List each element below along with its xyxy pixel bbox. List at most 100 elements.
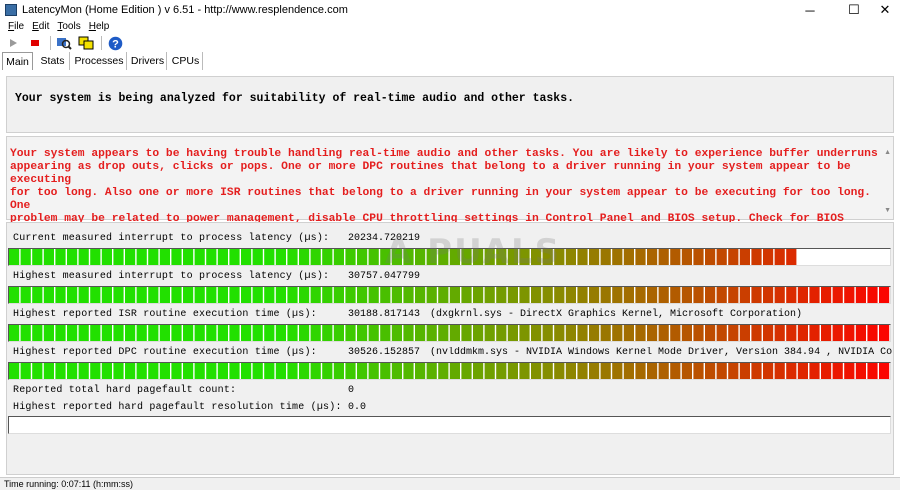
meter-segment	[565, 249, 576, 265]
current-latency-label: Current measured interrupt to process la…	[13, 233, 330, 244]
meter-segment	[113, 287, 124, 303]
warning-line: appearing as drop outs, clicks or pops. …	[10, 161, 851, 186]
meter-segment	[739, 363, 750, 379]
meter-segment	[101, 363, 112, 379]
meter-segment	[693, 363, 704, 379]
meter-segment	[507, 287, 518, 303]
meter-segment	[391, 287, 402, 303]
meter-segment	[90, 249, 101, 265]
stop-button[interactable]	[26, 35, 44, 51]
meter-segment	[368, 287, 379, 303]
tab-cpus[interactable]: CPUs	[169, 52, 203, 70]
meter-segment	[217, 363, 228, 379]
meter-segment	[90, 363, 101, 379]
meter-segment	[357, 287, 368, 303]
tab-processes[interactable]: Processes	[72, 52, 127, 70]
search-button[interactable]	[55, 35, 73, 51]
meter-segment	[554, 287, 565, 303]
menu-help[interactable]: Help	[89, 21, 110, 32]
meter-segment	[391, 325, 402, 341]
meter-segment	[554, 363, 565, 379]
meter-segment	[519, 363, 530, 379]
help-button[interactable]: ?	[106, 35, 124, 51]
pagefault-time-value: 0.0	[348, 402, 367, 413]
meter-segment	[797, 363, 808, 379]
dpc-time-bar	[8, 362, 891, 380]
menu-bar: File Edit Tools Help	[0, 20, 900, 33]
meter-segment	[855, 287, 866, 303]
meter-segment	[786, 249, 797, 265]
meter-segment	[275, 287, 286, 303]
meter-segment	[101, 325, 112, 341]
meter-segment	[217, 249, 228, 265]
highest-latency-value: 30757.047799	[348, 271, 421, 282]
meter-segment	[670, 287, 681, 303]
meter-segment	[879, 363, 890, 379]
meter-segment	[415, 325, 426, 341]
minimize-button[interactable]: ─	[795, 0, 825, 20]
windows-button[interactable]	[77, 35, 95, 51]
menu-file[interactable]: File	[8, 21, 24, 32]
meter-segment	[786, 363, 797, 379]
meter-segment	[159, 363, 170, 379]
meter-segment	[136, 363, 147, 379]
meter-segment	[751, 287, 762, 303]
tab-stats[interactable]: Stats	[36, 52, 70, 70]
meter-segment	[705, 325, 716, 341]
meter-segment	[78, 249, 89, 265]
meter-segment	[519, 325, 530, 341]
meter-segment	[797, 287, 808, 303]
meter-segment	[844, 325, 855, 341]
meter-segment	[519, 287, 530, 303]
meter-segment	[322, 287, 333, 303]
pagefault-time-bar	[8, 416, 891, 434]
meter-segment	[577, 287, 588, 303]
meter-segment	[299, 287, 310, 303]
meter-segment	[194, 249, 205, 265]
meter-segment	[461, 325, 472, 341]
meter-segment	[183, 363, 194, 379]
meter-segment	[264, 249, 275, 265]
play-button[interactable]	[4, 35, 22, 51]
meter-segment	[345, 325, 356, 341]
meter-segment	[426, 363, 437, 379]
tab-main[interactable]: Main	[2, 52, 33, 70]
meter-segment	[241, 287, 252, 303]
meter-segment	[855, 363, 866, 379]
meter-segment	[589, 325, 600, 341]
scroll-up-icon[interactable]: ▲	[884, 149, 891, 156]
stop-icon	[31, 40, 39, 46]
tab-drivers[interactable]: Drivers	[129, 52, 167, 70]
meter-segment	[635, 363, 646, 379]
meter-segment	[32, 363, 43, 379]
meter-segment	[229, 249, 240, 265]
meter-segment	[171, 325, 182, 341]
maximize-button[interactable]: ☐	[839, 0, 869, 20]
meter-segment	[9, 363, 20, 379]
scroll-down-icon[interactable]: ▼	[884, 207, 891, 214]
warning-line: for too long. Also one or more ISR routi…	[10, 187, 871, 212]
meter-segment	[415, 287, 426, 303]
meter-segment	[670, 249, 681, 265]
meter-segment	[774, 325, 785, 341]
meter-segment	[832, 325, 843, 341]
meter-segment	[507, 325, 518, 341]
close-button[interactable]: ✕	[870, 0, 900, 20]
play-icon	[10, 39, 17, 47]
meter-segment	[728, 287, 739, 303]
pagefault-count-label: Reported total hard pagefault count:	[13, 385, 237, 396]
svg-text:?: ?	[112, 38, 119, 50]
meter-segment	[310, 287, 321, 303]
meter-segment	[113, 249, 124, 265]
window-title: LatencyMon (Home Edition ) v 6.51 - http…	[22, 4, 348, 16]
menu-edit[interactable]: Edit	[32, 21, 49, 32]
meter-segment	[171, 249, 182, 265]
meter-segment	[148, 287, 159, 303]
meter-segment	[449, 287, 460, 303]
menu-tools[interactable]: Tools	[57, 21, 80, 32]
meter-segment	[542, 325, 553, 341]
meter-segment	[705, 363, 716, 379]
meter-segment	[171, 363, 182, 379]
meter-segment	[867, 363, 878, 379]
meter-segment	[507, 363, 518, 379]
